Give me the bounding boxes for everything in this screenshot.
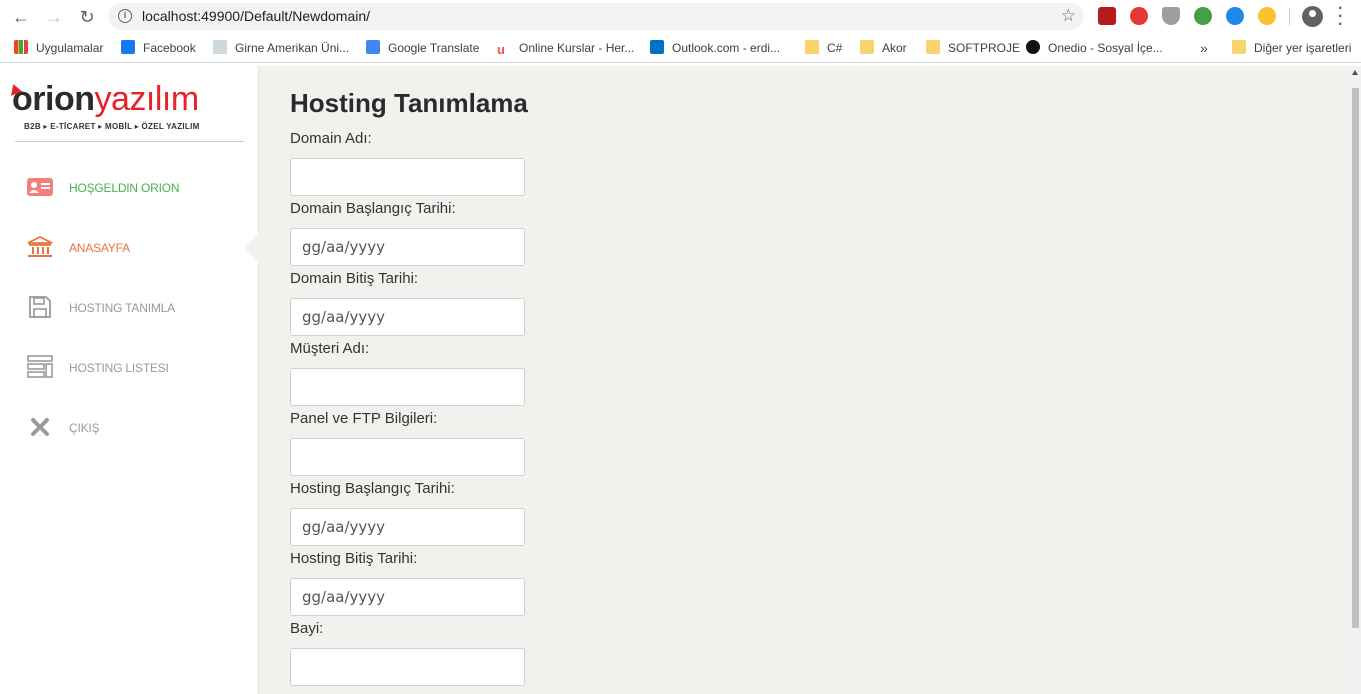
- compass-extension-icon[interactable]: [1258, 7, 1276, 25]
- domain-name-input[interactable]: [290, 158, 525, 196]
- bookmark-label: Diğer yer işaretleri: [1254, 41, 1352, 55]
- scrollbar-thumb[interactable]: [1352, 88, 1359, 628]
- bookmark-label: Google Translate: [388, 41, 480, 55]
- bookmark-item[interactable]: Girne Amerikan Üni...: [213, 40, 349, 56]
- scroll-up-arrow-icon[interactable]: [1352, 70, 1358, 75]
- bookmark-item[interactable]: Facebook: [121, 40, 196, 56]
- folder-icon: [860, 40, 874, 54]
- reload-icon[interactable]: ↻: [76, 6, 98, 28]
- udemy-icon: u: [497, 43, 511, 57]
- toolbar-divider: [1289, 8, 1290, 25]
- bookmark-item[interactable]: Outlook.com - erdi...: [650, 40, 780, 56]
- bookmark-item[interactable]: Onedio - Sosyal İçe...: [1026, 40, 1163, 56]
- brand-logo[interactable]: orionyazılım: [7, 80, 199, 119]
- opera-extension-icon[interactable]: [1130, 7, 1148, 25]
- profile-avatar-icon[interactable]: [1302, 6, 1323, 27]
- sidebar-item-label: HOSTING TANIMLA: [69, 301, 175, 315]
- active-menu-indicator: [244, 232, 260, 264]
- bookmark-label: Facebook: [143, 41, 196, 55]
- save-icon: [29, 296, 51, 318]
- reseller-label: Bayi:: [290, 620, 324, 637]
- bookmark-label: Girne Amerikan Üni...: [235, 41, 350, 55]
- hosting-end-date-label: Hosting Bitiş Tarihi:: [290, 550, 418, 567]
- user-card-icon: [27, 178, 53, 196]
- panel-ftp-info-label: Panel ve FTP Bilgileri:: [290, 410, 438, 427]
- bookmark-item[interactable]: Google Translate: [366, 40, 479, 56]
- sidebar-item-welcome[interactable]: HOŞGELDIN ORION: [0, 167, 259, 207]
- apps-grid-icon: [14, 40, 28, 54]
- outlook-icon: [650, 40, 664, 54]
- hosting-start-date-label: Hosting Başlangıç Tarihi:: [290, 480, 455, 497]
- sidebar-item-logout[interactable]: ÇIKIŞ: [0, 407, 259, 447]
- close-icon: [31, 418, 49, 436]
- folder-icon: [1232, 40, 1246, 54]
- url-text[interactable]: localhost:49900/Default/Newdomain/: [142, 8, 370, 24]
- browser-toolbar: ← → ↻ i localhost:49900/Default/Newdomai…: [0, 0, 1361, 33]
- page-icon: [213, 40, 227, 54]
- hosting-end-date-input[interactable]: [290, 578, 525, 616]
- translate-icon: [366, 40, 380, 54]
- sidebar-item-home[interactable]: ANASAYFA: [0, 227, 259, 267]
- globe-extension-icon[interactable]: [1194, 7, 1212, 25]
- hosting-start-date-input[interactable]: [290, 508, 525, 546]
- panel-ftp-info-input[interactable]: [290, 438, 525, 476]
- bookmark-label: Online Kurslar - Her...: [519, 41, 635, 55]
- sidebar-item-label: ANASAYFA: [69, 241, 130, 255]
- browser-menu-icon[interactable]: · · ·: [1338, 1, 1343, 33]
- bookmark-label: Outlook.com - erdi...: [672, 41, 781, 55]
- domain-start-date-label: Domain Başlangıç Tarihi:: [290, 200, 456, 217]
- brand-tagline: B2B ▸ E-TİCARET ▸ MOBİL ▸ ÖZEL YAZILIM: [24, 122, 200, 131]
- reseller-input[interactable]: [290, 648, 525, 686]
- folder-icon: [805, 40, 819, 54]
- logo-divider: [15, 141, 244, 142]
- bank-icon: [27, 235, 53, 257]
- bookmark-label: C#: [827, 41, 843, 55]
- page-viewport: orionyazılım B2B ▸ E-TİCARET ▸ MOBİL ▸ Ö…: [0, 66, 1361, 694]
- bookmark-item[interactable]: u Online Kurslar - Her...: [497, 40, 635, 57]
- bookmark-item[interactable]: SOFTPROJE: [926, 40, 1020, 56]
- bookmark-item[interactable]: C#: [805, 40, 842, 56]
- logo-text-yazilim: yazılım: [94, 80, 199, 118]
- address-bar[interactable]: i localhost:49900/Default/Newdomain/ ☆: [108, 3, 1084, 30]
- list-icon: [27, 355, 53, 378]
- customer-name-label: Müşteri Adı:: [290, 340, 370, 357]
- domain-end-date-label: Domain Bitiş Tarihi:: [290, 270, 419, 287]
- other-bookmarks-folder[interactable]: Diğer yer işaretleri: [1232, 40, 1351, 56]
- acrobat-extension-icon[interactable]: [1098, 7, 1116, 25]
- bookmark-item[interactable]: Uygulamalar: [14, 40, 103, 56]
- sidebar-item-label: HOSTING LISTESI: [69, 361, 169, 375]
- domain-start-date-input[interactable]: [290, 228, 525, 266]
- bookmark-label: Uygulamalar: [36, 41, 104, 55]
- sidebar-item-hosting-define[interactable]: HOSTING TANIMLA: [0, 287, 259, 327]
- bookmark-item[interactable]: Akor: [860, 40, 907, 56]
- page-title: Hosting Tanımlama: [290, 88, 528, 118]
- onedio-icon: [1026, 40, 1040, 54]
- bookmarks-bar: Uygulamalar Facebook Girne Amerikan Üni.…: [0, 33, 1361, 63]
- page-scrollbar[interactable]: [1350, 66, 1361, 694]
- folder-icon: [926, 40, 940, 54]
- sidebar-item-label: ÇIKIŞ: [69, 421, 100, 435]
- bookmark-label: SOFTPROJE: [948, 41, 1021, 55]
- shield-extension-icon[interactable]: [1162, 7, 1180, 25]
- sidebar-item-hosting-list[interactable]: HOSTING LISTESI: [0, 347, 259, 387]
- bookmark-extension-icon[interactable]: [1226, 7, 1244, 25]
- facebook-icon: [121, 40, 135, 54]
- sidebar-item-label: HOŞGELDIN ORION: [69, 181, 180, 195]
- domain-name-label: Domain Adı:: [290, 130, 372, 147]
- site-info-icon[interactable]: i: [118, 9, 132, 23]
- customer-name-input[interactable]: [290, 368, 525, 406]
- domain-end-date-input[interactable]: [290, 298, 525, 336]
- bookmark-star-icon[interactable]: ☆: [1061, 6, 1076, 26]
- logo-text-orion: orion: [12, 80, 95, 118]
- bookmark-label: Onedio - Sosyal İçe...: [1048, 41, 1163, 55]
- sidebar: orionyazılım B2B ▸ E-TİCARET ▸ MOBİL ▸ Ö…: [0, 66, 259, 694]
- bookmark-label: Akor: [882, 41, 907, 55]
- forward-arrow-icon[interactable]: →: [43, 6, 65, 28]
- more-bookmarks-button[interactable]: »: [1200, 40, 1208, 56]
- back-arrow-icon[interactable]: ←: [10, 6, 32, 28]
